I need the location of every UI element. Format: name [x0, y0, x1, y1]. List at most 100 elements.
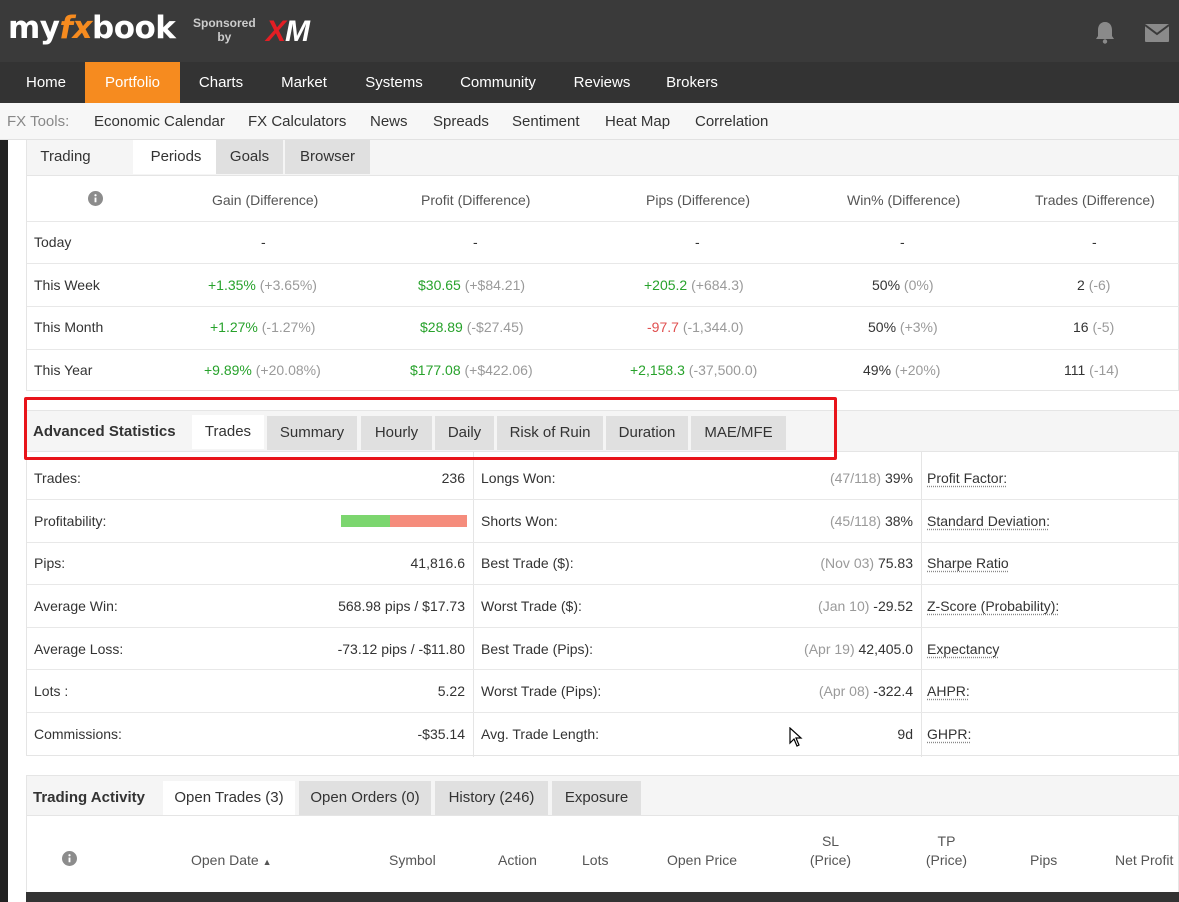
mouse-cursor-icon	[789, 727, 803, 747]
column-pips[interactable]: Pips	[1030, 852, 1057, 868]
profitability-bar-loss	[390, 515, 467, 527]
column-open-price[interactable]: Open Price	[667, 852, 737, 868]
column-symbol[interactable]: Symbol	[389, 852, 436, 868]
top-bar: myfxbook Sponsored by XM	[0, 0, 1179, 62]
stat-label: Shorts Won:	[481, 513, 558, 529]
column-action[interactable]: Action	[498, 852, 537, 868]
stat-value: -29.52	[873, 598, 913, 614]
nav-market[interactable]: Market	[264, 62, 344, 103]
period-profit: -	[473, 234, 478, 250]
tab-browser[interactable]: Browser	[285, 140, 370, 174]
fx-tool-news[interactable]: News	[370, 103, 408, 140]
period-profit-cell: $28.89 (-$27.45)	[420, 319, 524, 335]
xm-logo[interactable]: XM	[266, 15, 310, 49]
xm-logo-m: M	[285, 15, 310, 48]
info-icon[interactable]	[88, 191, 103, 206]
stat-link-ahpr[interactable]: AHPR:	[927, 683, 970, 699]
stat-label: Avg. Trade Length:	[481, 726, 600, 742]
row-divider	[27, 306, 1179, 307]
tab-trading[interactable]: Trading	[27, 140, 104, 174]
column-open-date[interactable]: Open Date ▲	[191, 852, 272, 868]
header-gain: Gain (Difference)	[212, 192, 319, 208]
stat-value: -73.12 pips / -$11.80	[337, 641, 465, 657]
period-profit-diff: (+$84.21)	[464, 277, 526, 293]
period-win: 49%	[863, 362, 892, 378]
column-sl-price[interactable]: (Price)	[808, 852, 853, 868]
table-row[interactable]	[26, 892, 1179, 902]
column-sl[interactable]: SL	[808, 833, 853, 849]
fx-tools-bar: FX Tools: Economic Calendar FX Calculato…	[0, 103, 1179, 140]
stat-label: Worst Trade ($):	[481, 598, 582, 614]
stat-value-cell: (Nov 03) 75.83	[820, 555, 913, 571]
stat-label: Profitability:	[34, 513, 107, 529]
myfxbook-logo[interactable]: myfxbook	[8, 10, 176, 46]
period-gain-diff: (+3.65%)	[259, 277, 317, 293]
stat-link-z-score[interactable]: Z-Score (Probability):	[927, 598, 1059, 614]
period-trades-cell: 2 (-6)	[1077, 277, 1110, 293]
nav-portfolio[interactable]: Portfolio	[85, 62, 180, 103]
fx-tool-fx-calculators[interactable]: FX Calculators	[248, 103, 346, 140]
stat-link-sharpe-ratio[interactable]: Sharpe Ratio	[927, 555, 1009, 571]
tab-exposure[interactable]: Exposure	[552, 781, 641, 815]
period-gain: +1.35%	[208, 277, 256, 293]
period-gain-diff: (+20.08%)	[255, 362, 321, 378]
period-trades-diff: (-5)	[1092, 319, 1115, 335]
trading-activity-panel: Trading Activity Open Trades (3) Open Or…	[26, 775, 1179, 902]
period-win-diff: (+20%)	[894, 362, 941, 378]
stat-note: (Nov 03)	[820, 555, 875, 571]
stat-note: (45/118)	[829, 513, 882, 529]
nav-brokers[interactable]: Brokers	[652, 62, 732, 103]
nav-systems[interactable]: Systems	[348, 62, 440, 103]
stat-note: (Jan 10)	[818, 598, 870, 614]
stat-value: 42,405.0	[858, 641, 914, 657]
mail-icon[interactable]	[1145, 24, 1169, 42]
stat-link-standard-deviation[interactable]: Standard Deviation:	[927, 513, 1050, 529]
tab-open-orders[interactable]: Open Orders (0)	[299, 781, 431, 815]
stat-value: 39%	[884, 470, 913, 486]
nav-reviews[interactable]: Reviews	[560, 62, 644, 103]
logo-part-my: my	[8, 10, 60, 46]
fx-tool-economic-calendar[interactable]: Economic Calendar	[94, 103, 225, 140]
period-trades: 111	[1064, 362, 1086, 378]
tab-periods[interactable]: Periods	[133, 140, 219, 174]
stat-link-profit-factor[interactable]: Profit Factor:	[927, 470, 1007, 486]
stat-value: -322.4	[873, 683, 913, 699]
stat-link-expectancy[interactable]: Expectancy	[927, 641, 999, 657]
main-nav: Home Portfolio Charts Market Systems Com…	[0, 62, 1179, 103]
period-pips-diff: (-37,500.0)	[688, 362, 758, 378]
nav-home[interactable]: Home	[8, 62, 84, 103]
tab-goals[interactable]: Goals	[216, 140, 283, 174]
period-win: -	[900, 234, 905, 250]
period-gain: +1.27%	[210, 319, 258, 335]
fx-tool-correlation[interactable]: Correlation	[695, 103, 768, 140]
info-icon[interactable]	[62, 851, 77, 866]
stat-label: Average Loss:	[34, 641, 124, 657]
sponsored-line-1: Sponsored	[193, 16, 256, 30]
tab-history[interactable]: History (246)	[435, 781, 548, 815]
tab-open-trades[interactable]: Open Trades (3)	[163, 781, 295, 815]
highlight-box	[24, 397, 837, 460]
period-trades-cell: 111 (-14)	[1064, 362, 1119, 378]
period-profit: $28.89	[420, 319, 463, 335]
nav-charts[interactable]: Charts	[181, 62, 261, 103]
fx-tool-sentiment[interactable]: Sentiment	[512, 103, 580, 140]
stat-note: (47/118)	[829, 470, 882, 486]
logo-part-book: book	[92, 10, 176, 46]
period-gain-diff: (-1.27%)	[261, 319, 316, 335]
period-win-diff: (+3%)	[899, 319, 938, 335]
period-pips: -	[695, 234, 700, 250]
period-label: Today	[34, 234, 72, 250]
stat-value-cell: (Jan 10) -29.52	[818, 598, 913, 614]
column-net-profit[interactable]: Net Profit	[1115, 852, 1173, 868]
row-divider	[27, 712, 1179, 713]
period-pips-diff: (+684.3)	[691, 277, 744, 293]
column-tp-price[interactable]: (Price)	[924, 852, 969, 868]
fx-tool-heat-map[interactable]: Heat Map	[605, 103, 670, 140]
fx-tool-spreads[interactable]: Spreads	[433, 103, 489, 140]
nav-community[interactable]: Community	[446, 62, 550, 103]
row-divider	[27, 669, 1179, 670]
column-tp[interactable]: TP	[924, 833, 969, 849]
column-lots[interactable]: Lots	[582, 852, 608, 868]
bell-icon[interactable]	[1094, 20, 1116, 44]
stat-link-ghpr[interactable]: GHPR:	[927, 726, 971, 742]
